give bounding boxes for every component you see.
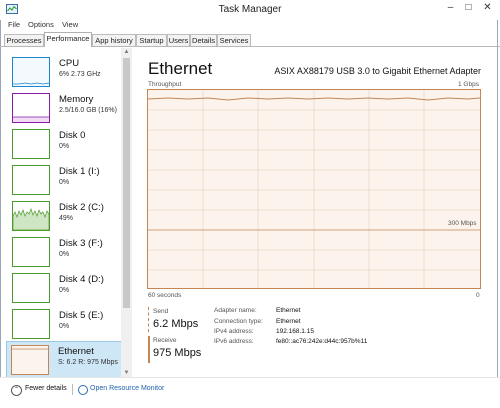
chevron-up-icon[interactable]: ⌃: [11, 385, 22, 396]
ipv6-value: fe80::ac76:242e:d44c:957b%11: [276, 338, 368, 345]
tab-startup[interactable]: Startup: [136, 34, 167, 46]
minimize-button[interactable]: –: [444, 2, 457, 15]
sidebar-item-disk-2[interactable]: Disk 2 (C:) 49%: [7, 197, 124, 235]
open-resource-monitor-link[interactable]: Open Resource Monitor: [90, 385, 164, 392]
scroll-down-icon[interactable]: ▼: [121, 369, 132, 377]
receive-indicator: [148, 336, 150, 363]
cpu-thumbnail: [12, 57, 50, 87]
sidebar-label: Ethernet: [58, 346, 94, 357]
send-value: 6.2 Mbps: [153, 318, 199, 330]
sidebar-label: Disk 5 (E:): [59, 310, 104, 321]
connection-type-value: Ethernet: [276, 318, 301, 325]
graph-mid-label: 300 Mbps: [448, 220, 477, 227]
tab-details[interactable]: Details: [190, 34, 217, 46]
resource-monitor-icon[interactable]: [78, 385, 88, 395]
graph-max-label: 1 Gbps: [458, 81, 479, 88]
sidebar-item-disk-4[interactable]: Disk 4 (D:) 0%: [7, 269, 124, 307]
sidebar-sublabel: 0%: [59, 323, 70, 330]
memory-thumbnail: [12, 93, 50, 123]
graph-grid: [148, 90, 480, 288]
sidebar-scrollbar[interactable]: ▲ ▼: [121, 48, 132, 377]
disk-1-thumbnail: [12, 165, 50, 195]
graph-zero-label: 0: [476, 292, 480, 299]
fewer-details-link[interactable]: Fewer details: [25, 385, 67, 392]
tab-users[interactable]: Users: [167, 34, 190, 46]
disk-2-thumbnail: [12, 201, 50, 231]
sidebar-item-ethernet[interactable]: Ethernet S: 6.2 R: 975 Mbps: [6, 341, 123, 377]
throughput-label: Throughput: [148, 81, 182, 88]
tab-processes[interactable]: Processes: [4, 34, 44, 46]
menu-bar: File Options View: [0, 19, 500, 31]
sidebar-label: CPU: [59, 58, 80, 69]
sidebar-sublabel: 2.5/16.0 GB (16%): [59, 107, 117, 114]
receive-label: Receive: [153, 337, 177, 344]
memory-mini-graph: [13, 116, 49, 122]
disk-3-thumbnail: [12, 237, 50, 267]
receive-value: 975 Mbps: [153, 347, 202, 359]
sidebar-item-disk-1[interactable]: Disk 1 (I:) 0%: [7, 161, 124, 199]
sidebar-item-disk-5[interactable]: Disk 5 (E:) 0%: [7, 305, 124, 343]
sidebar-label: Disk 2 (C:): [59, 202, 104, 213]
ethernet-mini-graph: [12, 348, 48, 350]
time-span-label: 60 seconds: [148, 292, 182, 299]
menu-file[interactable]: File: [8, 20, 20, 29]
page-title: Ethernet: [148, 59, 213, 78]
throughput-graph-svg: [147, 90, 481, 288]
tab-performance[interactable]: Performance: [44, 32, 92, 47]
tab-strip: Processes Performance App history Startu…: [0, 32, 500, 47]
sidebar-label: Disk 1 (I:): [59, 166, 100, 177]
disk-4-thumbnail: [12, 273, 50, 303]
footer-divider: [72, 384, 73, 395]
ethernet-thumbnail: [11, 345, 49, 375]
scroll-thumb[interactable]: [123, 58, 130, 308]
sidebar-sublabel: 0%: [59, 179, 70, 186]
ipv4-key: IPv4 address:: [214, 328, 254, 335]
ipv6-key: IPv6 address:: [214, 338, 254, 345]
send-indicator: [148, 307, 151, 332]
sidebar-item-memory[interactable]: Memory 2.5/16.0 GB (16%): [7, 89, 124, 127]
throughput-graph: [147, 89, 481, 289]
disk-5-thumbnail: [12, 309, 50, 339]
sidebar-label: Disk 4 (D:): [59, 274, 104, 285]
performance-sidebar: CPU 6% 2.73 GHz Memory 2.5/16.0 GB (16%)…: [3, 47, 132, 377]
cpu-mini-graph: [13, 82, 50, 85]
window-title: Task Manager: [218, 4, 282, 15]
connection-type-key: Connection type:: [214, 318, 263, 325]
menu-view[interactable]: View: [62, 20, 78, 29]
disk-0-thumbnail: [12, 129, 50, 159]
sidebar-item-cpu[interactable]: CPU 6% 2.73 GHz: [7, 53, 124, 91]
adapter-name-key: Adapter name:: [214, 307, 257, 314]
sidebar-sublabel: S: 6.2 R: 975 Mbps: [58, 359, 118, 366]
sidebar-item-disk-3[interactable]: Disk 3 (F:) 0%: [7, 233, 124, 271]
tab-services[interactable]: Services: [217, 34, 251, 46]
ipv4-value: 192.168.1.15: [276, 328, 314, 335]
tab-app-history[interactable]: App history: [92, 34, 136, 46]
disk-2-mini-graph: [12, 207, 50, 231]
sidebar-label: Disk 3 (F:): [59, 238, 103, 249]
send-label: Send: [153, 308, 169, 315]
close-button[interactable]: ✕: [481, 2, 494, 15]
adapter-name-value: Ethernet: [276, 307, 301, 314]
maximize-button[interactable]: □: [462, 2, 475, 15]
sidebar-item-disk-0[interactable]: Disk 0 0%: [7, 125, 124, 163]
sidebar-sublabel: 0%: [59, 251, 70, 258]
sidebar-label: Memory: [59, 94, 94, 105]
sidebar-sublabel: 0%: [59, 143, 70, 150]
sidebar-sublabel: 6% 2.73 GHz: [59, 71, 101, 78]
scroll-up-icon[interactable]: ▲: [121, 48, 132, 56]
title-bar: Task Manager – □ ✕: [0, 0, 500, 20]
menu-options[interactable]: Options: [28, 20, 54, 29]
sidebar-label: Disk 0: [59, 130, 86, 141]
footer-bar: ⌃ Fewer details Open Resource Monitor: [0, 377, 500, 408]
adapter-description: ASIX AX88179 USB 3.0 to Gigabit Ethernet…: [274, 66, 481, 76]
sidebar-sublabel: 49%: [59, 215, 74, 222]
sidebar-sublabel: 0%: [59, 287, 70, 294]
